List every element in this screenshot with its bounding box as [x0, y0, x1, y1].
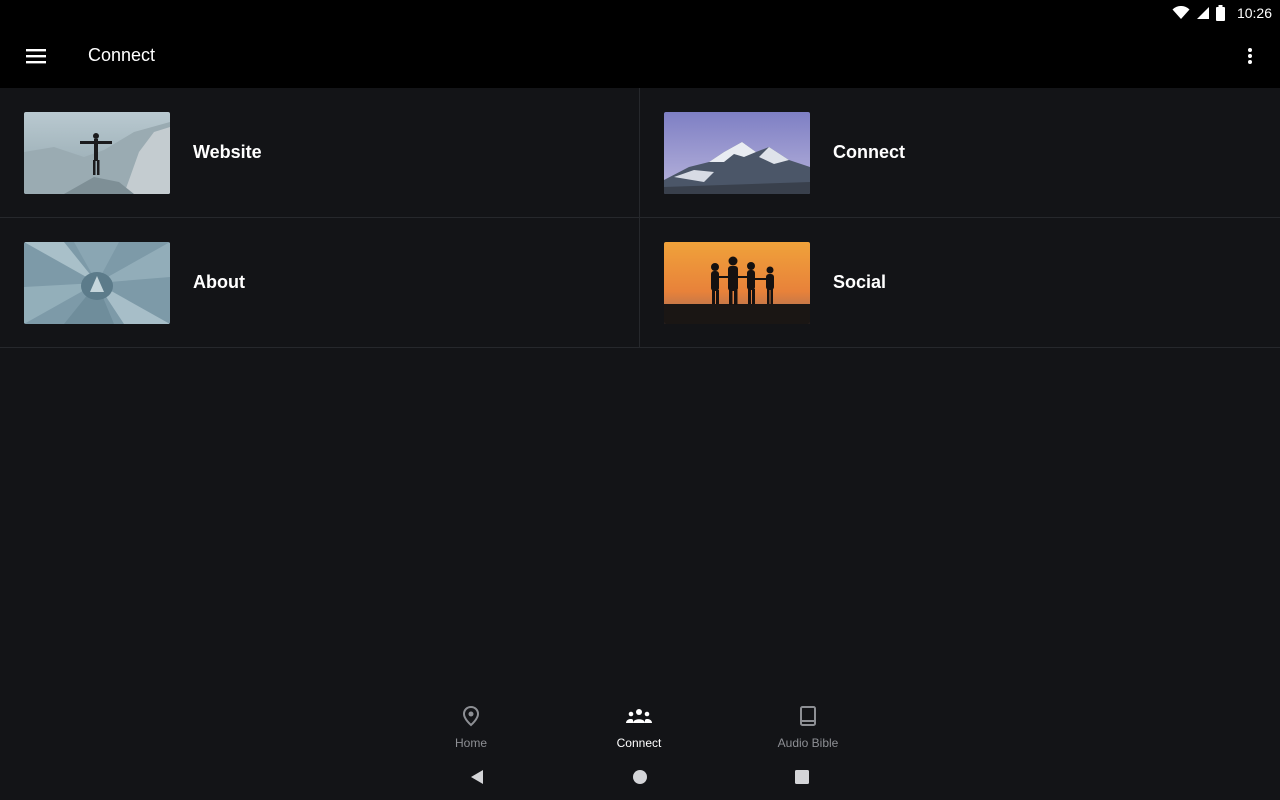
tile-website[interactable]: Website: [0, 88, 640, 218]
nav-item-audio-bible[interactable]: Audio Bible: [748, 704, 868, 752]
nav-label: Connect: [616, 736, 662, 750]
nav-item-home[interactable]: Home: [411, 704, 531, 752]
cell-signal-icon: [1196, 7, 1209, 19]
home-circle-icon: [633, 770, 647, 784]
hamburger-menu-icon: [26, 49, 46, 64]
more-vertical-icon: [1248, 48, 1252, 64]
tile-about[interactable]: About: [0, 218, 640, 348]
nav-label: Home: [454, 736, 487, 750]
recents-square-icon: [795, 770, 809, 784]
tile-connect[interactable]: Connect: [640, 88, 1280, 218]
menu-button[interactable]: [14, 39, 58, 73]
status-time: 10:26: [1236, 5, 1272, 21]
family-sunset-silhouette-image: [664, 242, 810, 324]
person-on-cliff-image: [24, 112, 170, 194]
wifi-icon: [1172, 6, 1190, 19]
status-bar: 10:26: [0, 0, 1280, 25]
status-icons: 10:26: [1172, 3, 1272, 23]
back-button[interactable]: [466, 766, 488, 788]
recents-button[interactable]: [791, 766, 813, 788]
connect-grid: Website Connect About Social: [0, 88, 1280, 348]
overflow-menu-button[interactable]: [1238, 39, 1262, 73]
tile-label: Connect: [833, 142, 905, 162]
back-triangle-icon: [471, 770, 483, 784]
group-icon: [626, 709, 652, 723]
tile-social[interactable]: Social: [640, 218, 1280, 348]
book-icon: [800, 706, 816, 726]
nav-item-connect[interactable]: Connect: [579, 704, 699, 752]
system-navigation-bar: [0, 752, 1280, 800]
tile-label: About: [193, 272, 245, 292]
battery-icon: [1215, 5, 1225, 21]
snowy-mountain-image: [664, 112, 810, 194]
app-bar: Connect: [0, 25, 1280, 88]
home-button[interactable]: [629, 766, 651, 788]
page-title: Connect: [88, 45, 156, 65]
nav-label: Audio Bible: [777, 736, 839, 750]
location-pin-icon: [462, 705, 480, 727]
bottom-navigation: Home Connect Audio Bible: [0, 700, 1280, 752]
succulent-plant-image: [24, 242, 170, 324]
tile-label: Social: [833, 272, 887, 292]
tile-label: Website: [193, 142, 262, 162]
